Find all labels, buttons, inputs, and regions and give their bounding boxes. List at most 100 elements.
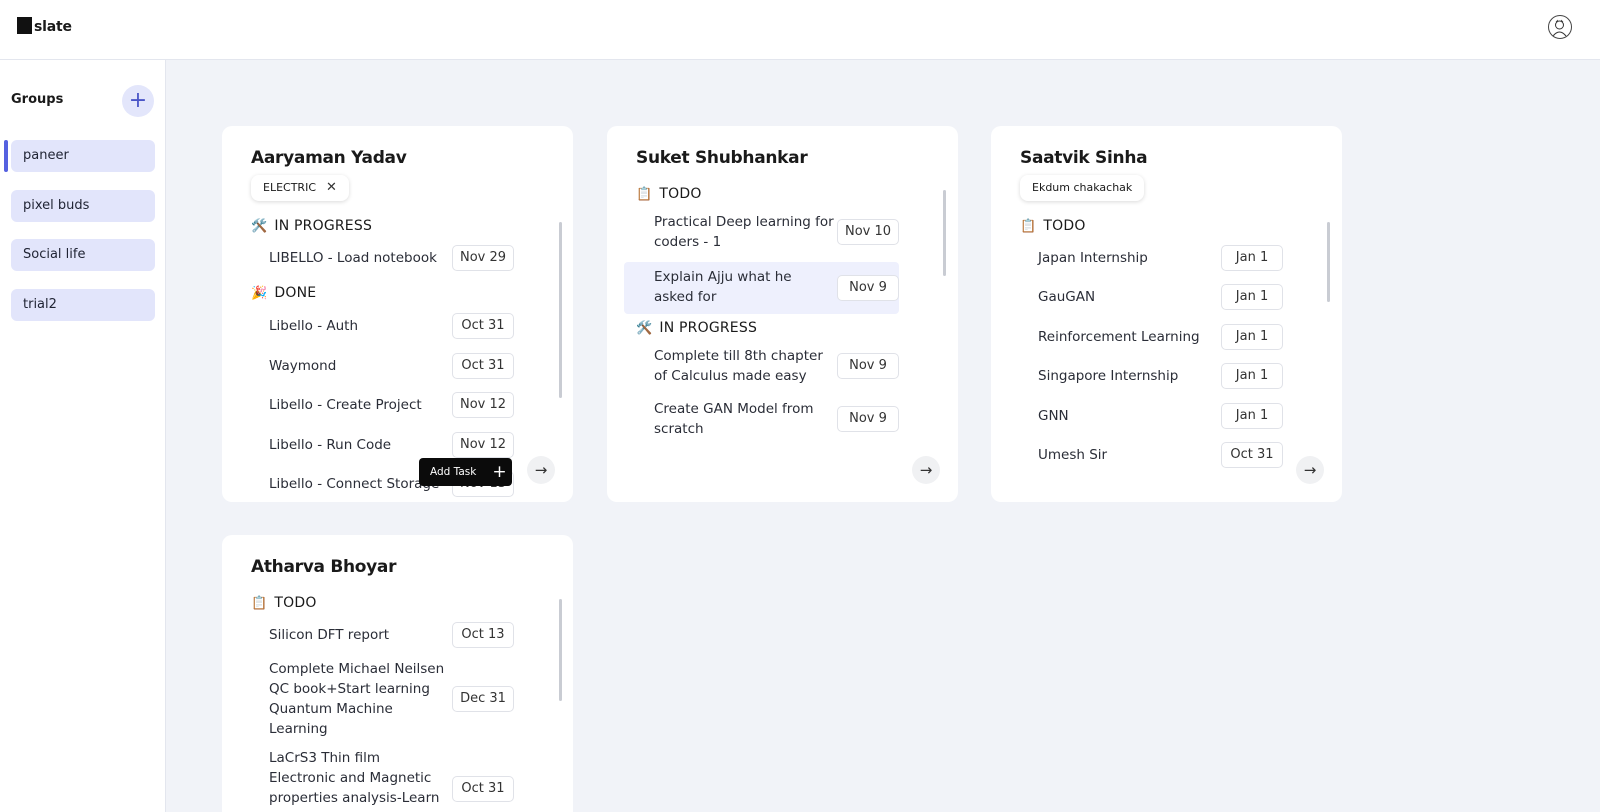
- section-done: 🎉 DONE: [251, 285, 316, 301]
- task-date[interactable]: Oct 31: [452, 313, 514, 339]
- task-list[interactable]: 📋 TODO Practical Deep learning for coder…: [607, 182, 958, 454]
- task-date[interactable]: Oct 31: [452, 776, 514, 802]
- task-row[interactable]: GauGAN Jan 1: [1008, 279, 1283, 315]
- member-tag[interactable]: ELECTRIC ✕: [251, 175, 349, 201]
- top-bar: slate: [0, 0, 1600, 60]
- section-todo: 📋 TODO: [636, 186, 702, 202]
- member-name: Saatvik Sinha: [1020, 148, 1148, 168]
- task-title: Reinforcement Learning: [1038, 329, 1200, 345]
- task-title: LaCrS3 Thin film Electronic and Magnetic…: [269, 750, 440, 806]
- task-row-selected[interactable]: Explain Ajju what he asked for Nov 9: [624, 262, 899, 314]
- task-row[interactable]: Reinforcement Learning Jan 1: [1008, 319, 1283, 355]
- add-task-button[interactable]: Add Task +: [419, 458, 512, 486]
- task-list[interactable]: 📋 TODO Japan Internship Jan 1 GauGAN Jan…: [991, 214, 1342, 494]
- task-title: Silicon DFT report: [269, 627, 390, 643]
- logo-mark-icon: [17, 17, 32, 34]
- arrow-right-icon[interactable]: →: [527, 456, 555, 484]
- user-avatar[interactable]: [1548, 15, 1572, 39]
- clipboard-icon: 📋: [1020, 218, 1037, 234]
- task-row[interactable]: Umesh Sir Oct 31: [1008, 437, 1283, 473]
- section-todo: 📋 TODO: [1020, 218, 1086, 234]
- group-item-paneer[interactable]: paneer: [11, 140, 155, 172]
- task-date[interactable]: Dec 31: [452, 686, 514, 712]
- task-row[interactable]: Silicon DFT report Oct 13: [239, 617, 514, 653]
- task-title: Libello - Run Code: [269, 437, 392, 453]
- scrollbar[interactable]: [943, 190, 946, 276]
- party-popper-icon: 🎉: [251, 285, 268, 301]
- group-item-pixel-buds[interactable]: pixel buds: [11, 190, 155, 222]
- task-title: Explain Ajju what he asked for: [654, 269, 792, 305]
- task-date[interactable]: Nov 12: [452, 392, 514, 418]
- arrow-right-icon[interactable]: →: [912, 456, 940, 484]
- scrollbar[interactable]: [1327, 222, 1330, 302]
- section-label: TODO: [659, 186, 702, 202]
- task-title: Libello - Create Project: [269, 397, 422, 413]
- task-row[interactable]: Libello - Create Project Nov 12: [239, 387, 514, 423]
- task-row[interactable]: LIBELLO - Load notebook Nov 29: [239, 242, 514, 274]
- task-date[interactable]: Jan 1: [1221, 245, 1283, 271]
- task-date[interactable]: Oct 31: [1221, 442, 1283, 468]
- task-row[interactable]: Japan Internship Jan 1: [1008, 240, 1283, 276]
- member-card: Suket Shubhankar 📋 TODO Practical Deep l…: [607, 126, 958, 502]
- task-date[interactable]: Jan 1: [1221, 324, 1283, 350]
- task-title: Complete till 8th chapter of Calculus ma…: [654, 348, 823, 384]
- task-row[interactable]: Complete till 8th chapter of Calculus ma…: [624, 342, 899, 390]
- task-row[interactable]: Waymond Oct 31: [239, 348, 514, 384]
- member-card: Saatvik Sinha Ekdum chakachak 📋 TODO Jap…: [991, 126, 1342, 502]
- task-title: Singapore Internship: [1038, 368, 1179, 384]
- task-row[interactable]: GNN Jan 1: [1008, 398, 1283, 434]
- plus-icon: +: [128, 88, 148, 113]
- task-date[interactable]: Nov 29: [452, 245, 514, 271]
- member-name: Atharva Bhoyar: [251, 557, 397, 577]
- task-title: LIBELLO - Load notebook: [269, 250, 437, 266]
- task-title: Complete Michael Neilsen QC book+Start l…: [269, 661, 445, 737]
- task-date[interactable]: Oct 13: [452, 622, 514, 648]
- task-title: Libello - Auth: [269, 318, 359, 334]
- task-date[interactable]: Oct 31: [452, 353, 514, 379]
- task-date[interactable]: Nov 12: [452, 432, 514, 458]
- task-date[interactable]: Jan 1: [1221, 363, 1283, 389]
- task-date[interactable]: Nov 9: [837, 353, 899, 379]
- task-row[interactable]: Create GAN Model from scratch Nov 9: [624, 395, 899, 443]
- app-name: slate: [34, 19, 72, 35]
- task-date[interactable]: Jan 1: [1221, 284, 1283, 310]
- member-name: Suket Shubhankar: [636, 148, 808, 168]
- task-date[interactable]: Jan 1: [1221, 403, 1283, 429]
- section-in-progress: 🛠️ IN PROGRESS: [636, 320, 757, 336]
- member-name: Aaryaman Yadav: [251, 148, 407, 168]
- task-row[interactable]: Complete Michael Neilsen QC book+Start l…: [239, 657, 514, 741]
- task-row[interactable]: Libello - Auth Oct 31: [239, 308, 514, 344]
- task-list[interactable]: 📋 TODO Silicon DFT report Oct 13 Complet…: [222, 591, 573, 812]
- task-title: Libello - Connect Storage: [269, 476, 440, 492]
- task-title: Umesh Sir: [1038, 447, 1108, 463]
- section-label: DONE: [274, 285, 317, 301]
- hammer-wrench-icon: 🛠️: [251, 218, 268, 234]
- task-title: Waymond: [269, 358, 337, 374]
- sidebar: Groups + paneer pixel buds Social life t…: [0, 60, 166, 812]
- tag-label: Ekdum chakachak: [1032, 181, 1133, 194]
- group-item-social-life[interactable]: Social life: [11, 239, 155, 271]
- group-item-trial2[interactable]: trial2: [11, 289, 155, 321]
- scrollbar[interactable]: [559, 599, 562, 701]
- groups-title: Groups: [11, 92, 64, 107]
- task-list[interactable]: 🛠️ IN PROGRESS LIBELLO - Load notebook N…: [222, 214, 573, 502]
- remove-tag-icon[interactable]: ✕: [326, 175, 337, 201]
- add-group-button[interactable]: +: [122, 85, 154, 117]
- plus-icon: +: [492, 461, 507, 482]
- task-date[interactable]: Nov 10: [837, 219, 899, 245]
- member-card: Atharva Bhoyar 📋 TODO Silicon DFT report…: [222, 535, 573, 812]
- task-row[interactable]: Singapore Internship Jan 1: [1008, 358, 1283, 394]
- section-label: TODO: [274, 595, 317, 611]
- app-logo[interactable]: slate: [17, 17, 72, 34]
- task-date[interactable]: Nov 9: [837, 275, 899, 301]
- task-title: GNN: [1038, 408, 1069, 424]
- section-todo: 📋 TODO: [251, 595, 317, 611]
- member-tag[interactable]: Ekdum chakachak: [1020, 175, 1145, 201]
- task-row[interactable]: Practical Deep learning for coders - 1 N…: [624, 208, 899, 256]
- task-date[interactable]: Nov 9: [837, 406, 899, 432]
- clipboard-icon: 📋: [251, 595, 268, 611]
- task-title: Practical Deep learning for coders - 1: [654, 214, 834, 250]
- arrow-right-icon[interactable]: →: [1296, 456, 1324, 484]
- scrollbar[interactable]: [559, 222, 562, 398]
- task-row[interactable]: LaCrS3 Thin film Electronic and Magnetic…: [239, 746, 514, 812]
